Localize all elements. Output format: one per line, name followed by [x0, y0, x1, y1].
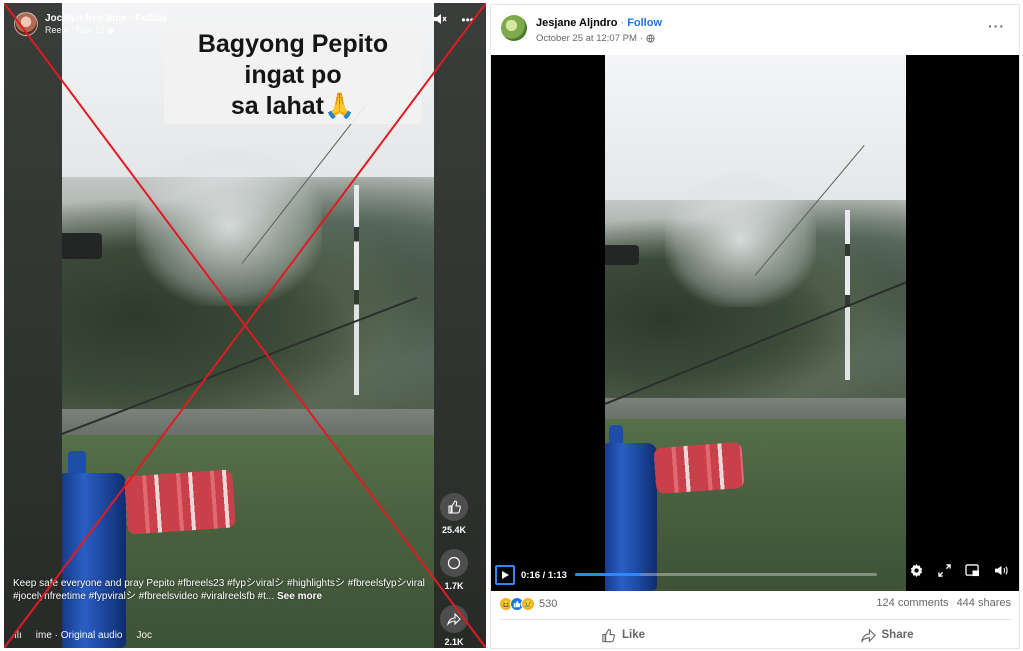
storm-scene — [605, 55, 906, 591]
audio-wave-icon: ılı — [14, 630, 22, 641]
utility-pole — [845, 210, 850, 380]
reel-panel: Bagyong Pepito ingat po sa lahat🙏 Jocely… — [4, 3, 486, 648]
reaction-count: 530 — [539, 598, 558, 610]
more-icon[interactable]: ··· — [988, 18, 1005, 34]
comments-count[interactable]: 124 comments — [876, 597, 948, 609]
video-player[interactable]: 0:16 / 1:13 — [491, 55, 1019, 591]
share-icon[interactable] — [440, 605, 468, 633]
globe-icon: ◉ — [107, 24, 115, 35]
volume-icon[interactable] — [994, 564, 1009, 582]
reel-top-controls: ••• — [433, 13, 474, 28]
reel-description: Keep safe everyone and pray Pepito #fbre… — [13, 577, 425, 603]
thumbs-up-icon — [602, 628, 615, 642]
reel-audio-bar[interactable]: ılı ime · Original audio Joc — [14, 630, 152, 641]
pray-emoji: 🙏 — [323, 92, 356, 120]
facebook-post: Jesjane Aljndro · Follow October 25 at 12:… — [490, 4, 1020, 649]
like-count: 25.4K — [441, 525, 467, 535]
more-icon[interactable]: ••• — [461, 13, 474, 28]
roof-edge — [605, 245, 639, 265]
thumbs-up-icon[interactable] — [440, 493, 468, 521]
love-reaction: 😢 — [521, 597, 535, 611]
audio-label: ime · Original audio — [35, 630, 123, 641]
video-progress-bar[interactable] — [575, 573, 877, 576]
reel-meta-line: Reels · Nov 17 ◉ — [45, 24, 115, 35]
reel-follow-link[interactable]: Follow — [136, 13, 168, 24]
video-frame — [605, 55, 906, 591]
see-more-link[interactable]: See more — [277, 591, 322, 602]
rain-haze — [136, 144, 323, 307]
feed-sack — [124, 469, 236, 535]
roof-edge — [62, 233, 102, 259]
post-header: Jesjane Aljndro · Follow October 25 at 12:… — [491, 5, 1019, 54]
reel-source[interactable]: Reels — [45, 25, 68, 35]
feed-sack — [653, 441, 745, 495]
rain-haze — [665, 172, 816, 307]
reel-blur-left — [4, 3, 62, 648]
reel-overlay-caption: Bagyong Pepito ingat po sa lahat🙏 — [164, 25, 422, 124]
reel-header: Jocelyn free time · Follow Reels · Nov 1… — [14, 9, 167, 39]
like-label: Like — [621, 629, 645, 641]
video-progress-fill — [575, 573, 642, 576]
reel-action-rail: 25.4K 1.7K 2.1K — [434, 493, 474, 648]
comment-icon[interactable] — [440, 549, 468, 577]
water-jug — [62, 473, 126, 648]
profile-avatar[interactable] — [501, 15, 527, 41]
video-time: 0:16 / 1:13 — [521, 570, 567, 581]
globe-icon — [646, 34, 655, 43]
caption-line-1: Bagyong Pepito ingat po — [197, 30, 389, 89]
post-timestamp[interactable]: October 25 at 12:07 PM — [536, 33, 637, 44]
mute-icon[interactable] — [433, 13, 447, 28]
post-author-name[interactable]: Jesjane Aljndro — [536, 17, 618, 29]
reel-author-line: Jocelyn free time · Follow — [45, 12, 168, 24]
video-controls: 0:16 / 1:13 — [491, 557, 1019, 591]
shares-count[interactable]: 444 shares — [957, 597, 1011, 609]
post-follow-link[interactable]: Follow — [627, 17, 662, 29]
post-meta: October 25 at 12:07 PM · — [536, 33, 655, 44]
reel-author-name[interactable]: Jocelyn free time — [45, 13, 127, 24]
fullscreen-icon[interactable] — [938, 564, 951, 582]
pip-icon[interactable] — [965, 564, 980, 582]
post-action-bar: Like Share — [491, 623, 1019, 647]
caption-line-2: sa lahat🙏 — [230, 92, 356, 120]
share-count: 2.1K — [444, 637, 464, 647]
post-stats: 124 comments 444 shares — [876, 597, 1011, 609]
share-icon — [860, 628, 876, 643]
share-label: Share — [881, 629, 914, 641]
comment-count: 1.7K — [444, 581, 464, 591]
reaction-summary[interactable]: 😆 😢 530 — [499, 597, 557, 611]
utility-pole — [354, 185, 359, 395]
screenshot-root: Bagyong Pepito ingat po sa lahat🙏 Jocely… — [0, 0, 1023, 651]
profile-avatar[interactable] — [14, 12, 38, 36]
like-button[interactable]: Like — [491, 623, 755, 647]
audio-author: Joc — [136, 630, 153, 641]
settings-icon[interactable] — [909, 563, 924, 583]
play-icon[interactable] — [495, 565, 515, 585]
reel-description-text: Keep safe everyone and pray Pepito #fbre… — [13, 578, 425, 602]
post-author-line: Jesjane Aljndro · Follow — [536, 17, 663, 29]
reel-date: Nov 17 — [76, 24, 105, 35]
share-button[interactable]: Share — [755, 623, 1019, 647]
post-divider — [499, 619, 1011, 620]
reel-author-block: Jocelyn free time · Follow Reels · Nov 1… — [45, 13, 167, 36]
video-right-controls — [909, 563, 1009, 583]
